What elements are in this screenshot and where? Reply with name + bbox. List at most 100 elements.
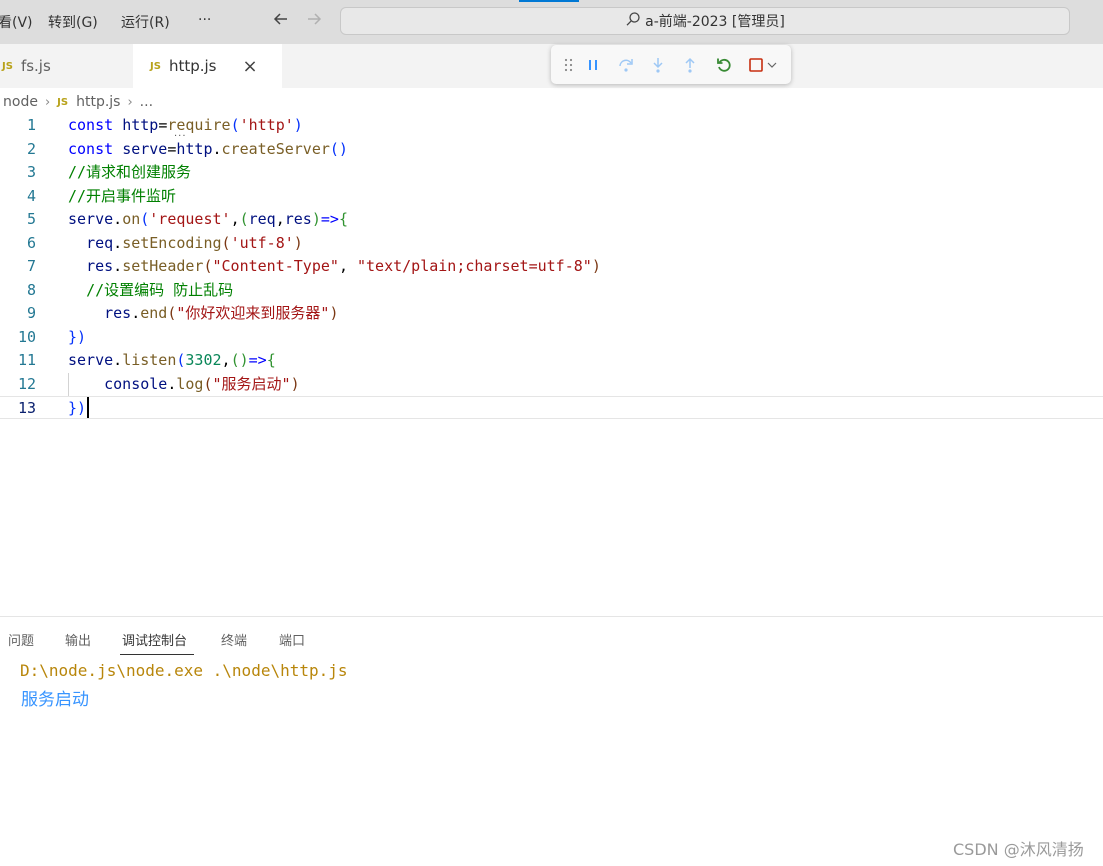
js-file-icon: JS [57, 96, 69, 108]
code-line[interactable]: 12 console.log("服务启动") [0, 373, 1103, 396]
code-token: ) [329, 304, 339, 322]
code-token: ) [293, 233, 303, 252]
line-number: 1 [26, 116, 36, 134]
menu-more[interactable]: ··· [198, 12, 211, 28]
line-number: 13 [17, 399, 36, 417]
command-center-title: a-前端-2023 [管理员] [645, 14, 785, 30]
chevron-right-icon: › [44, 94, 51, 110]
menu-view[interactable]: 看(V) [0, 12, 33, 32]
code-line[interactable]: 6 req.setEncoding('utf-8') [0, 232, 1103, 255]
code-line[interactable]: 13}) [0, 396, 1103, 419]
code-line[interactable]: 8 //设置编码 防止乱码 [0, 279, 1103, 302]
code-token: http [176, 139, 213, 158]
tab-debug-console[interactable]: 调试控制台 [122, 630, 187, 649]
breadcrumb-file-http-js[interactable]: http.js [76, 94, 120, 110]
code-token: }) [68, 327, 87, 346]
code-token: console [104, 374, 168, 393]
chevron-down-icon[interactable] [765, 54, 779, 76]
step-into-icon[interactable] [647, 54, 669, 76]
code-line[interactable]: 7 res.setHeader("Content-Type", "text/pl… [0, 255, 1103, 278]
tab-terminal[interactable]: 终端 [221, 630, 247, 649]
code-token: , [221, 351, 231, 369]
menu-go[interactable]: 转到(G) [48, 12, 98, 32]
watermark: CSDN @沐风清扬 [953, 840, 1084, 859]
code-token: ) [311, 210, 321, 228]
code-line[interactable]: 9 res.end("你好欢迎来到服务器") [0, 302, 1103, 325]
menu-run[interactable]: 运行(R) [121, 12, 170, 32]
line-number: 7 [26, 257, 36, 275]
code-text: }) [68, 397, 86, 420]
search-icon [625, 11, 645, 31]
code-line[interactable]: 1 const http=require('http') [0, 114, 1103, 137]
line-number: 4 [26, 186, 36, 205]
line-number: 10 [17, 327, 36, 346]
breadcrumb-folder-node[interactable]: node [3, 94, 38, 110]
code-text: serve.on('request',(req,res)=>{ [68, 208, 348, 231]
code-editor[interactable]: 1 const http=require('http') 2 const serve=… [0, 114, 1103, 614]
code-token: listen [122, 351, 177, 369]
arrow-left-icon[interactable] [272, 10, 290, 33]
tab-problems[interactable]: 问题 [8, 630, 34, 649]
step-over-icon[interactable] [615, 54, 637, 76]
code-token: ) [290, 374, 300, 393]
code-token: ( [140, 210, 150, 228]
code-text: console.log("服务启动") [68, 373, 300, 396]
indent-guide [68, 372, 69, 396]
tab-ports[interactable]: 端口 [279, 630, 305, 649]
console-output-line: 服务启动 [21, 690, 89, 710]
code-line[interactable]: 2 const serve=http.createServer() [0, 138, 1103, 161]
code-line[interactable]: 3 //请求和创建服务 [0, 161, 1103, 184]
line-number: 12 [17, 374, 36, 393]
arrow-right-icon[interactable] [305, 10, 323, 33]
tab-output[interactable]: 输出 [65, 630, 91, 649]
code-token: 'utf-8' [230, 233, 294, 252]
drag-handle-icon[interactable] [558, 54, 580, 76]
tab-fs-js[interactable]: JS fs.js [0, 44, 132, 88]
code-token: => [248, 351, 267, 369]
code-token: 3302 [185, 351, 222, 369]
hint-dots-icon: ··· [174, 131, 187, 142]
line-number: 6 [26, 233, 36, 252]
code-token: { [266, 351, 276, 369]
code-token: end [140, 304, 168, 322]
code-token: //开启事件监听 [68, 186, 177, 205]
code-token: req [86, 233, 114, 252]
code-token: . [113, 233, 123, 252]
code-text: serve.listen(3302,()=>{ [68, 349, 276, 372]
code-token: ( [203, 374, 213, 393]
code-text: res.end("你好欢迎来到服务器") [68, 302, 338, 325]
code-token: 'http' [239, 116, 294, 134]
code-token: res [104, 304, 132, 322]
tab-http-js[interactable]: JS http.js × [133, 44, 282, 88]
close-icon[interactable]: × [242, 56, 257, 77]
code-token: setHeader [122, 257, 204, 275]
code-token: }) [68, 399, 87, 417]
restart-icon[interactable] [713, 54, 735, 76]
line-number: 3 [26, 163, 36, 181]
code-token: { [338, 210, 348, 228]
line-number: 9 [26, 304, 36, 322]
code-text: req.setEncoding('utf-8') [68, 232, 303, 255]
code-token: on [122, 210, 141, 228]
code-line[interactable]: 4 //开启事件监听 [0, 185, 1103, 208]
code-line[interactable]: 11 serve.listen(3302,()=>{ [0, 349, 1103, 372]
js-file-icon: JS [2, 60, 13, 72]
code-token: res [86, 257, 114, 275]
breadcrumb: node › JS http.js › ... [0, 91, 153, 113]
code-token: ( [221, 233, 231, 252]
code-line[interactable]: 5 serve.on('request',(req,res)=>{ [0, 208, 1103, 231]
step-out-icon[interactable] [679, 54, 701, 76]
code-line[interactable]: 10}) [0, 326, 1103, 349]
code-token: "服务启动" [212, 374, 291, 393]
title-accent-bar [519, 0, 579, 2]
breadcrumb-symbol[interactable]: ... [140, 94, 153, 110]
code-token: . [113, 257, 123, 275]
command-center[interactable]: a-前端-2023 [管理员] [340, 7, 1070, 35]
pause-icon[interactable] [582, 54, 604, 76]
active-tab-indicator [120, 654, 194, 655]
stop-icon[interactable] [745, 54, 767, 76]
code-token: "你好欢迎来到服务器" [176, 304, 330, 322]
code-token: "Content-Type" [212, 257, 339, 275]
